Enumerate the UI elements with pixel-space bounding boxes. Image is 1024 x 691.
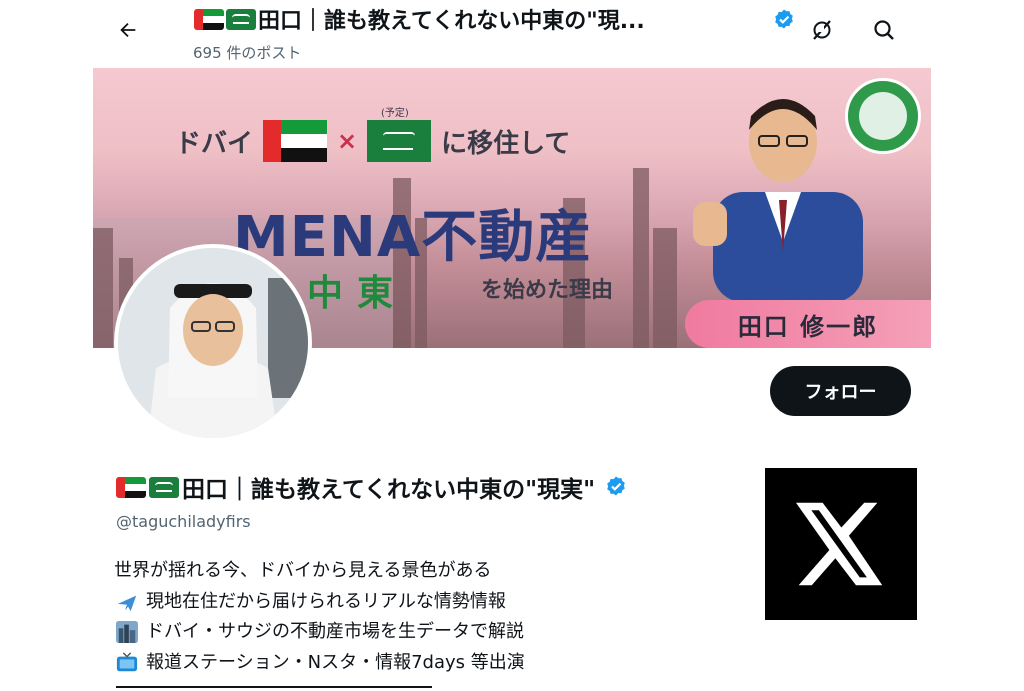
- banner-name-plate: 田口 修一郎: [685, 300, 931, 348]
- bio-line: 世界が揺れる今、ドバイから見える景色がある: [114, 556, 525, 587]
- profile-display-name: 田口｜誰も教えてくれない中東の"現実": [116, 470, 628, 504]
- cityscape-emoji-icon: [114, 620, 140, 644]
- top-header: 田口｜誰も教えてくれない中東の"現... 695 件のポスト: [0, 0, 1024, 68]
- uae-flag-icon: [263, 120, 328, 162]
- profile-name-text: 田口｜誰も教えてくれない中東の"現実": [182, 477, 596, 503]
- bio-line: 現地在住だから届けられるリアルな情勢情報: [114, 587, 525, 618]
- post-count: 695 件のポスト: [193, 44, 302, 62]
- saudi-flag-icon: [367, 120, 432, 162]
- follow-button[interactable]: フォロー: [770, 366, 911, 416]
- tv-emoji-icon: [114, 651, 140, 675]
- grok-button[interactable]: [804, 12, 840, 48]
- airplane-emoji-icon: [114, 590, 140, 614]
- bio-line: 報道ステーション・Nスタ・情報7days 等出演: [114, 648, 525, 679]
- avatar-photo: [118, 248, 308, 438]
- profile-bio: 世界が揺れる今、ドバイから見える景色がある 現地在住だから届けられるリアルな情勢…: [114, 556, 525, 678]
- banner-mena-title: MENA不動産: [233, 205, 593, 270]
- saudi-flag-icon: [226, 8, 256, 30]
- search-icon: [874, 20, 894, 40]
- bio-line-text: ドバイ・サウジの不動産市場を生データで解説: [146, 621, 524, 642]
- banner-dubai-text: ドバイ: [175, 128, 254, 159]
- city-building: [653, 228, 677, 348]
- bio-line-text: 報道ステーション・Nスタ・情報7days 等出演: [146, 651, 525, 673]
- profile-handle: @taguchiladyfirs: [116, 512, 251, 531]
- bio-divider-line: [116, 686, 432, 688]
- banner-middle-east-text: 中東: [307, 273, 408, 314]
- bio-line-text: 現地在住だから届けられるリアルな情勢情報: [146, 590, 506, 612]
- banner-started-text: を始めた理由: [481, 278, 614, 303]
- banner-headline: ドバイ × に移住して: [175, 120, 570, 162]
- verified-badge-icon[interactable]: [604, 475, 628, 499]
- banner-logo-badge: [845, 78, 921, 154]
- banner-person-name: 田口 修一郎: [737, 312, 879, 341]
- city-building: [93, 228, 113, 348]
- uae-flag-icon: [194, 8, 224, 30]
- header-title-text: 田口｜誰も教えてくれない中東の"現...: [258, 9, 645, 34]
- saudi-flag-icon: [149, 476, 179, 498]
- arrow-left-icon: [120, 22, 136, 38]
- bio-line-text: 世界が揺れる今、ドバイから見える景色がある: [114, 560, 492, 581]
- grok-icon: [813, 20, 831, 40]
- verified-badge-icon: [775, 9, 793, 29]
- avatar[interactable]: [114, 244, 312, 442]
- back-button[interactable]: [110, 12, 146, 48]
- header-title: 田口｜誰も教えてくれない中東の"現...: [194, 4, 764, 34]
- banner-planned-note: (予定): [381, 108, 409, 119]
- bio-line: ドバイ・サウジの不動産市場を生データで解説: [114, 617, 525, 648]
- x-logo-icon: [765, 468, 917, 620]
- banner-cross: ×: [337, 127, 358, 155]
- city-building: [633, 168, 649, 348]
- search-button[interactable]: [866, 12, 902, 48]
- uae-flag-icon: [116, 476, 146, 498]
- banner-move-text: に移住して: [441, 128, 571, 159]
